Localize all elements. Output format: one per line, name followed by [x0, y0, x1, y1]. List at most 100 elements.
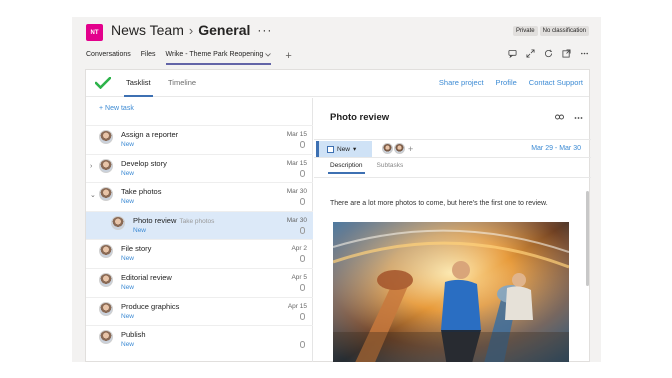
tab-subtasks[interactable]: Subtasks — [377, 162, 404, 169]
more-icon[interactable] — [579, 48, 589, 58]
task-date: Mar 30 — [286, 216, 307, 224]
task-parent: Take photos — [179, 217, 215, 225]
tab-timeline[interactable]: Timeline — [168, 78, 196, 87]
privacy-badge: Private — [512, 26, 538, 36]
chevron-down-icon[interactable] — [265, 52, 272, 57]
tab-wrike[interactable]: Wrike - Theme Park Reopening — [165, 51, 272, 65]
avatar — [99, 244, 113, 259]
task-row[interactable]: Publish New — [86, 325, 313, 354]
assignees[interactable]: + — [382, 143, 413, 154]
task-dates[interactable]: Mar 29 - Mar 30 — [531, 145, 581, 152]
task-status: New — [121, 341, 135, 349]
popout-icon[interactable] — [561, 48, 571, 58]
collapse-caret-icon[interactable]: ⌄ — [90, 191, 96, 199]
tab-files[interactable]: Files — [141, 51, 156, 61]
avatar — [99, 130, 113, 144]
avatar — [111, 215, 125, 230]
contact-support-link[interactable]: Contact Support — [529, 78, 583, 87]
task-date: Apr 15 — [287, 302, 307, 310]
task-row[interactable]: Editorial review New Apr 5 — [86, 267, 313, 297]
wrike-panel: Tasklist Timeline Share project Profile … — [85, 69, 591, 362]
task-name: Photo review Take photos — [133, 216, 214, 225]
task-date: Mar 15 — [286, 159, 307, 167]
tab-tasklist[interactable]: Tasklist — [124, 78, 153, 97]
task-row[interactable]: ⌄ Take photos New Mar 30 — [86, 182, 313, 211]
avatar — [394, 143, 405, 154]
expand-icon[interactable] — [525, 48, 535, 58]
task-date: Mar 30 — [286, 188, 307, 196]
avatar — [99, 187, 113, 202]
task-detail-panel: Photo review New ▾ + Mar 29 - Mar 30 Des… — [314, 98, 591, 362]
more-options-icon[interactable]: ··· — [257, 23, 272, 37]
wrike-links: Share project Profile Contact Support — [439, 78, 583, 87]
share-project-link[interactable]: Share project — [439, 78, 484, 87]
avatar — [99, 301, 113, 316]
tab-description[interactable]: Description — [328, 162, 365, 174]
tab-conversations[interactable]: Conversations — [86, 51, 131, 61]
task-row[interactable]: File story New Apr 2 — [86, 239, 313, 268]
task-status: New — [121, 169, 135, 177]
task-description[interactable]: There are a lot more photos to come, but… — [330, 200, 548, 207]
task-name: File story — [121, 244, 152, 254]
channel-tabs: Conversations Files Wrike - Theme Park R… — [86, 49, 292, 65]
divider — [314, 177, 591, 178]
status-bar: New ▾ + Mar 29 - Mar 30 — [314, 139, 591, 158]
task-date: Apr 5 — [291, 273, 307, 281]
task-status: New — [121, 255, 135, 263]
chat-icon[interactable] — [507, 48, 517, 58]
teams-window: NT News Team › General ··· Private No cl… — [72, 17, 601, 362]
refresh-icon[interactable] — [543, 48, 553, 58]
add-assignee-icon[interactable]: + — [408, 144, 413, 154]
task-status: New — [133, 226, 147, 234]
task-name: Develop story — [121, 158, 167, 168]
profile-link[interactable]: Profile — [496, 78, 517, 87]
detail-tools — [555, 113, 583, 122]
tab-wrike-label: Wrike - Theme Park Reopening — [165, 51, 264, 58]
attachment-icon — [300, 169, 305, 177]
status-label: New — [337, 145, 351, 153]
task-list: Assign a reporter New Mar 15 › Develop s… — [86, 125, 313, 354]
task-status: New — [121, 312, 135, 320]
task-date: Apr 2 — [291, 245, 307, 253]
attachment-icon — [300, 341, 305, 349]
task-row[interactable]: › Develop story New Mar 15 — [86, 153, 313, 183]
carousel-photo-image — [333, 222, 569, 362]
task-status: New — [121, 198, 135, 206]
task-name: Publish — [121, 330, 146, 340]
status-dropdown[interactable]: New ▾ — [316, 141, 372, 157]
task-row-selected[interactable]: Photo review Take photos New Mar 30 — [86, 210, 313, 240]
channel-name: General — [198, 22, 251, 38]
attachment-icon — [300, 226, 305, 234]
carousel-photo — [333, 222, 569, 362]
task-date: Mar 15 — [286, 131, 307, 138]
task-name: Assign a reporter — [121, 130, 179, 139]
more-icon[interactable] — [574, 113, 583, 122]
attachment-icon — [300, 312, 305, 320]
team-avatar[interactable]: NT — [86, 24, 103, 41]
avatar — [99, 272, 113, 287]
scrollbar[interactable] — [586, 191, 589, 286]
task-row[interactable]: Produce graphics New Apr 15 — [86, 296, 313, 326]
attachment-icon — [300, 141, 305, 148]
chevron-right-icon: › — [188, 22, 194, 38]
task-status: New — [121, 283, 135, 291]
avatar — [382, 143, 393, 154]
add-tab-icon[interactable]: + — [285, 50, 291, 62]
expand-caret-icon[interactable]: › — [90, 163, 92, 170]
chevron-down-icon: ▾ — [353, 146, 357, 153]
task-row[interactable]: Assign a reporter New Mar 15 — [86, 125, 313, 154]
task-status: New — [121, 141, 135, 148]
avatar — [99, 330, 113, 345]
task-list-panel: + New task Assign a reporter New Mar 15 … — [86, 98, 313, 362]
title-row: News Team › General ··· — [111, 22, 272, 38]
status-checkbox[interactable] — [327, 145, 334, 153]
task-name-text: Photo review — [133, 215, 177, 225]
team-name[interactable]: News Team — [111, 22, 184, 38]
task-detail-title[interactable]: Photo review — [330, 112, 389, 123]
avatar — [99, 158, 113, 173]
task-name: Produce graphics — [121, 301, 180, 311]
detail-subtabs: Description Subtasks — [328, 162, 404, 174]
link-icon[interactable] — [555, 113, 564, 122]
new-task-button[interactable]: + New task — [99, 105, 134, 112]
wrike-logo-icon — [95, 77, 111, 89]
